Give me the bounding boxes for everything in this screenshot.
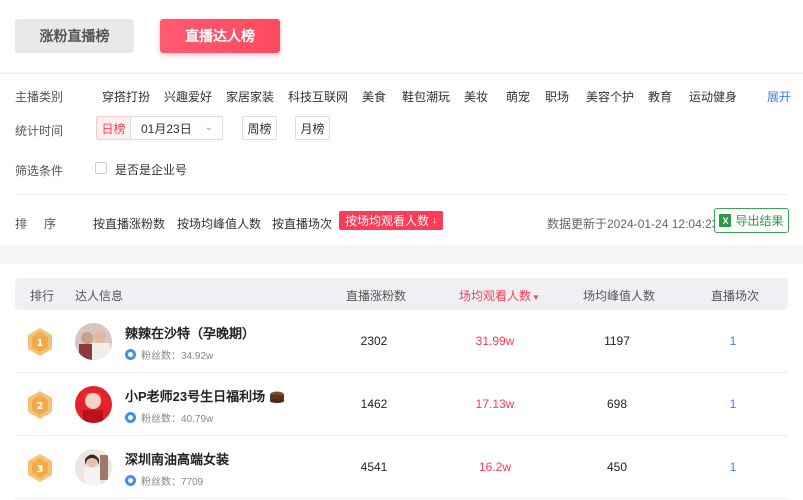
sort-by-sessions[interactable]: 按直播场次 (272, 215, 332, 232)
fans-gain-value: 4541 (360, 460, 388, 474)
ranking-table: 排行 达人信息 直播涨粉数 场均观看人数▼ 场均峰值人数 直播场次 1 辣辣在沙… (0, 264, 803, 500)
avg-peak-value: 450 (606, 460, 628, 474)
sort-by-avg-view-active[interactable]: 按场均观看人数 ↓ (339, 211, 444, 230)
fans-prefix: 粉丝数： (141, 351, 181, 362)
header-info: 达人信息 (75, 289, 124, 303)
sessions-value[interactable]: 1 (693, 460, 773, 474)
header-sessions[interactable]: 直播场次 (711, 287, 759, 304)
table-row[interactable]: 3 深圳南油高端女装 粉丝数：7709 4541 16.2w 450 1 (15, 436, 788, 499)
cake-icon (269, 391, 284, 403)
category-item[interactable]: 穿搭打扮 (102, 88, 150, 105)
category-item[interactable]: 家居家装 (226, 88, 274, 105)
fans-gain-value: 2302 (360, 334, 388, 348)
avatar[interactable] (75, 323, 112, 360)
fans-icon (125, 349, 136, 360)
category-item[interactable]: 鞋包潮玩 (402, 88, 450, 105)
rank-badge-icon: 2 (28, 391, 52, 419)
avatar[interactable] (75, 449, 112, 486)
tab-live-talent-ranking[interactable]: 直播达人榜 (160, 19, 280, 53)
category-item[interactable]: 萌宠 (506, 88, 530, 105)
fans-value: 34.92w (181, 351, 214, 362)
date-select[interactable]: 01月23日 ⌄ (130, 116, 223, 140)
sort-label-2: 序 (44, 217, 57, 231)
category-item[interactable]: 科技互联网 (288, 88, 348, 105)
export-button[interactable]: X 导出结果 (714, 208, 789, 233)
export-label: 导出结果 (735, 214, 784, 228)
avg-view-value: 31.99w (475, 334, 515, 348)
fans-icon (125, 475, 136, 486)
sort-desc-icon: ↓ (432, 215, 438, 226)
category-item[interactable]: 美容个护 (586, 88, 634, 105)
avg-peak-value: 1197 (604, 334, 630, 348)
category-item[interactable]: 职场 (545, 88, 569, 105)
avg-peak-value: 698 (606, 397, 628, 411)
rank-badge-icon: 3 (28, 454, 52, 482)
sessions-value[interactable]: 1 (693, 397, 773, 411)
header-rank: 排行 (30, 289, 55, 303)
week-ranking-button[interactable]: 周榜 (242, 116, 277, 140)
tab-fans-live-ranking[interactable]: 涨粉直播榜 (15, 19, 134, 53)
condition-label: 筛选条件 (15, 164, 64, 178)
fans-gain-value: 1462 (360, 397, 388, 411)
date-value: 01月23日 (141, 121, 192, 136)
enterprise-label: 是否是企业号 (115, 163, 188, 177)
table-row[interactable]: 2 小P老师23号生日福利场 粉丝数：40.79w 1462 17.13w 69… (15, 373, 788, 436)
chevron-down-icon: ⌄ (204, 122, 213, 133)
category-item[interactable]: 美食 (362, 88, 386, 105)
header-avg-peak[interactable]: 场均峰值人数 (583, 287, 655, 304)
category-item[interactable]: 教育 (648, 88, 672, 105)
category-item[interactable]: 兴趣爱好 (164, 88, 212, 105)
day-ranking-button[interactable]: 日榜 (96, 116, 130, 140)
fans-value: 40.79w (181, 414, 214, 425)
fans-value: 7709 (181, 477, 204, 488)
divider (15, 194, 788, 195)
header-avg-view[interactable]: 场均观看人数▼ (459, 287, 540, 304)
category-item[interactable]: 美妆 (464, 88, 488, 105)
rank-badge-icon: 1 (28, 328, 52, 356)
category-item[interactable]: 运动健身 (689, 88, 737, 105)
header-fans-gain[interactable]: 直播涨粉数 (346, 287, 406, 304)
talent-name[interactable]: 深圳南油高端女装 (125, 449, 229, 468)
avg-view-value: 16.2w (478, 460, 512, 474)
excel-icon: X (719, 214, 732, 227)
talent-name[interactable]: 小P老师23号生日福利场 (125, 386, 285, 405)
expand-link[interactable]: 展开 (767, 88, 791, 105)
rank-number: 2 (37, 401, 44, 412)
sessions-value[interactable]: 1 (693, 334, 773, 348)
sort-desc-icon: ▼ (532, 293, 540, 302)
sort-label-1: 排 (15, 217, 28, 231)
sort-by-fans-gain[interactable]: 按直播涨粉数 (93, 215, 165, 232)
fans-icon (125, 412, 136, 423)
rank-number: 3 (37, 464, 44, 475)
table-header: 排行 达人信息 直播涨粉数 场均观看人数▼ 场均峰值人数 直播场次 (15, 278, 788, 310)
filter-panel: 主播类别 穿搭打扮 兴趣爱好 家居家装 科技互联网 美食 鞋包潮玩 美妆 萌宠 … (0, 73, 803, 245)
fans-count: 粉丝数：34.92w (125, 347, 213, 362)
category-label: 主播类别 (15, 90, 64, 104)
sort-active-label: 按场均观看人数 (345, 214, 430, 228)
avg-view-value: 17.13w (475, 397, 515, 411)
avatar[interactable] (75, 386, 112, 423)
month-ranking-button[interactable]: 月榜 (295, 116, 330, 140)
fans-count: 粉丝数：40.79w (125, 410, 213, 425)
fans-count: 粉丝数：7709 (125, 473, 203, 488)
fans-prefix: 粉丝数： (141, 414, 181, 425)
fans-prefix: 粉丝数： (141, 477, 181, 488)
time-label: 统计时间 (15, 124, 64, 138)
table-row[interactable]: 1 辣辣在沙特（孕晚期） 粉丝数：34.92w 2302 31.99w 1197… (15, 310, 788, 373)
rank-number: 1 (37, 338, 44, 349)
ranking-tabs: 涨粉直播榜 直播达人榜 (0, 0, 803, 72)
sort-by-avg-peak[interactable]: 按场均峰值人数 (177, 215, 261, 232)
talent-name-text: 小P老师23号生日福利场 (125, 389, 266, 404)
update-time: 数据更新于2024-01-24 12:04:23 (547, 217, 719, 231)
enterprise-checkbox[interactable] (95, 162, 107, 174)
talent-name[interactable]: 辣辣在沙特（孕晚期） (125, 323, 255, 342)
header-avg-view-label: 场均观看人数 (459, 289, 532, 303)
